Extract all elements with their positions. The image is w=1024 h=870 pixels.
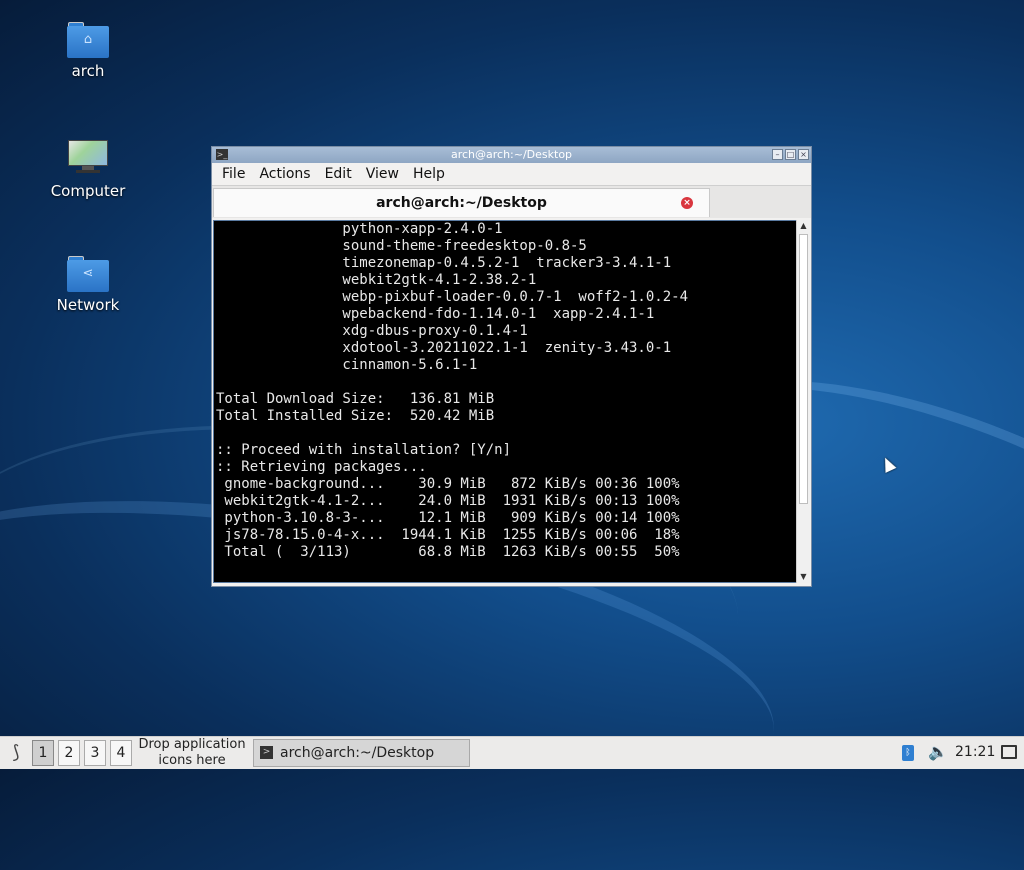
- bluetooth-icon[interactable]: ᛒ: [902, 745, 914, 761]
- show-desktop-icon[interactable]: [1001, 745, 1017, 759]
- taskbar-task-terminal[interactable]: > arch@arch:~/Desktop: [253, 739, 470, 767]
- terminal-scrollbar[interactable]: ▲ ▼: [796, 220, 810, 583]
- desktop-icon-label: Computer: [50, 182, 126, 200]
- scrollbar-thumb[interactable]: [799, 234, 808, 504]
- menubar: File Actions Edit View Help: [212, 163, 811, 185]
- tab-label: arch@arch:~/Desktop: [376, 195, 547, 211]
- workspace-1-button[interactable]: 1: [32, 740, 54, 766]
- menu-view[interactable]: View: [366, 166, 399, 182]
- desktop-icon-computer[interactable]: Computer: [28, 140, 148, 200]
- tab-bar: arch@arch:~/Desktop ×: [212, 185, 811, 218]
- scroll-up-arrow-icon[interactable]: ▲: [797, 220, 810, 232]
- task-label: arch@arch:~/Desktop: [280, 745, 435, 761]
- menu-actions[interactable]: Actions: [259, 166, 310, 182]
- desktop-icon-label: Network: [56, 296, 120, 314]
- tab-close-icon[interactable]: ×: [681, 197, 693, 209]
- menu-file[interactable]: File: [222, 166, 245, 182]
- desktop-icon-network[interactable]: ⋖ Network: [28, 256, 148, 314]
- launcher-drop-zone[interactable]: Drop application icons here: [136, 737, 248, 769]
- workspace-2-button[interactable]: 2: [58, 740, 80, 766]
- terminal-icon: >_: [216, 149, 228, 160]
- window-titlebar[interactable]: >_ arch@arch:~/Desktop – □ ×: [212, 147, 811, 163]
- minimize-button[interactable]: –: [772, 149, 783, 160]
- app-menu-icon[interactable]: ⟆: [4, 741, 28, 765]
- volume-icon[interactable]: 🔈: [928, 742, 948, 761]
- workspace-4-button[interactable]: 4: [110, 740, 132, 766]
- terminal-text: python-xapp-2.4.0-1 sound-theme-freedesk…: [216, 221, 689, 560]
- terminal-output[interactable]: python-xapp-2.4.0-1 sound-theme-freedesk…: [213, 220, 797, 583]
- taskbar: ⟆ 1 2 3 4 Drop application icons here > …: [0, 736, 1024, 769]
- network-folder-icon: ⋖: [67, 256, 109, 292]
- close-button[interactable]: ×: [798, 149, 809, 160]
- computer-icon: [68, 140, 108, 174]
- terminal-window[interactable]: >_ arch@arch:~/Desktop – □ × File Action…: [211, 146, 812, 587]
- workspace-3-button[interactable]: 3: [84, 740, 106, 766]
- maximize-button[interactable]: □: [785, 149, 796, 160]
- desktop-icon-home[interactable]: ⌂ arch: [28, 22, 148, 80]
- desktop-icon-label: arch: [71, 62, 105, 80]
- menu-help[interactable]: Help: [413, 166, 445, 182]
- scroll-down-arrow-icon[interactable]: ▼: [797, 571, 810, 583]
- tab-terminal[interactable]: arch@arch:~/Desktop ×: [213, 188, 710, 217]
- home-folder-icon: ⌂: [67, 22, 109, 58]
- clock[interactable]: 21:21: [955, 744, 995, 760]
- menu-edit[interactable]: Edit: [325, 166, 352, 182]
- terminal-icon: >: [260, 746, 273, 759]
- window-title: arch@arch:~/Desktop: [450, 148, 573, 161]
